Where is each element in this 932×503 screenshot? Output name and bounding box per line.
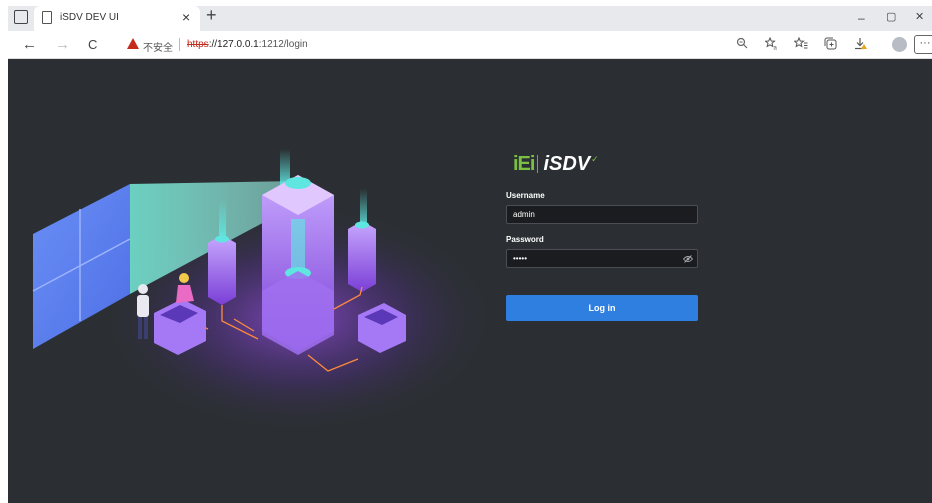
right-tower-light xyxy=(355,221,369,229)
person-legs xyxy=(138,317,142,339)
tab-isdv-dev-ui[interactable]: iSDV DEV UI × xyxy=(34,6,200,31)
address-toolbar: ← → C 不安全 https://127.0.0.1:1212/login a… xyxy=(8,31,932,59)
warning-icon[interactable] xyxy=(127,38,139,49)
password-label: Password xyxy=(506,235,544,244)
logo-divider xyxy=(537,155,539,173)
downloads-icon[interactable] xyxy=(854,37,868,52)
page-icon xyxy=(42,11,52,24)
isdv-logo: iEi iSDV ✓ xyxy=(513,153,599,175)
person-head xyxy=(138,284,148,294)
url-scheme: https xyxy=(187,39,209,50)
left-tower xyxy=(208,235,236,305)
username-input[interactable] xyxy=(506,205,698,224)
hide-password-icon[interactable] xyxy=(682,255,694,265)
minimize-button[interactable]: – xyxy=(858,12,865,24)
person-head xyxy=(179,273,189,283)
person-legs xyxy=(144,317,148,339)
refresh-button[interactable]: C xyxy=(88,38,97,51)
profile-icon[interactable] xyxy=(892,37,907,52)
forward-button[interactable]: → xyxy=(55,37,70,52)
iei-logo: iEi xyxy=(513,152,535,175)
login-page: iEi iSDV ✓ xyxy=(8,59,932,503)
person-body xyxy=(137,295,149,317)
url-host: ://127.0.0.1 xyxy=(208,39,259,50)
tab-title: iSDV DEV UI xyxy=(60,12,119,23)
tab-actions-icon[interactable] xyxy=(14,10,28,24)
left-tower-light xyxy=(215,235,229,243)
more-icon[interactable]: ··· xyxy=(914,35,932,54)
url-path: :1212/login xyxy=(258,39,308,50)
isdv-wordmark: iSDV xyxy=(543,152,591,175)
username-label: Username xyxy=(506,191,545,200)
core-beam xyxy=(291,219,305,271)
close-window-button[interactable]: ✕ xyxy=(915,12,924,23)
password-input[interactable] xyxy=(506,249,698,268)
zoom-icon[interactable] xyxy=(736,37,748,51)
login-button[interactable]: Log in xyxy=(506,295,698,321)
right-tower xyxy=(348,221,376,292)
browser-window: iSDV DEV UI × + – ▢ ✕ ← → C 不安全 https://… xyxy=(0,0,932,503)
svg-text:a: a xyxy=(774,46,778,51)
back-button[interactable]: ← xyxy=(22,37,37,52)
collections-icon[interactable] xyxy=(824,37,837,52)
favorites-icon[interactable] xyxy=(793,36,808,52)
server-illustration xyxy=(32,149,498,434)
light-ray xyxy=(219,199,226,237)
read-aloud-icon[interactable]: a xyxy=(764,36,779,52)
restore-button[interactable]: ▢ xyxy=(886,12,896,23)
logo-check-icon: ✓ xyxy=(591,153,599,164)
light-ray xyxy=(360,189,367,227)
address-bar[interactable]: https://127.0.0.1:1212/login xyxy=(187,39,308,50)
address-divider xyxy=(179,38,180,51)
new-tab-button[interactable]: + xyxy=(206,6,217,24)
security-warning[interactable]: 不安全 xyxy=(143,39,173,54)
central-server-light xyxy=(285,177,311,189)
tab-close-icon[interactable]: × xyxy=(182,10,190,24)
